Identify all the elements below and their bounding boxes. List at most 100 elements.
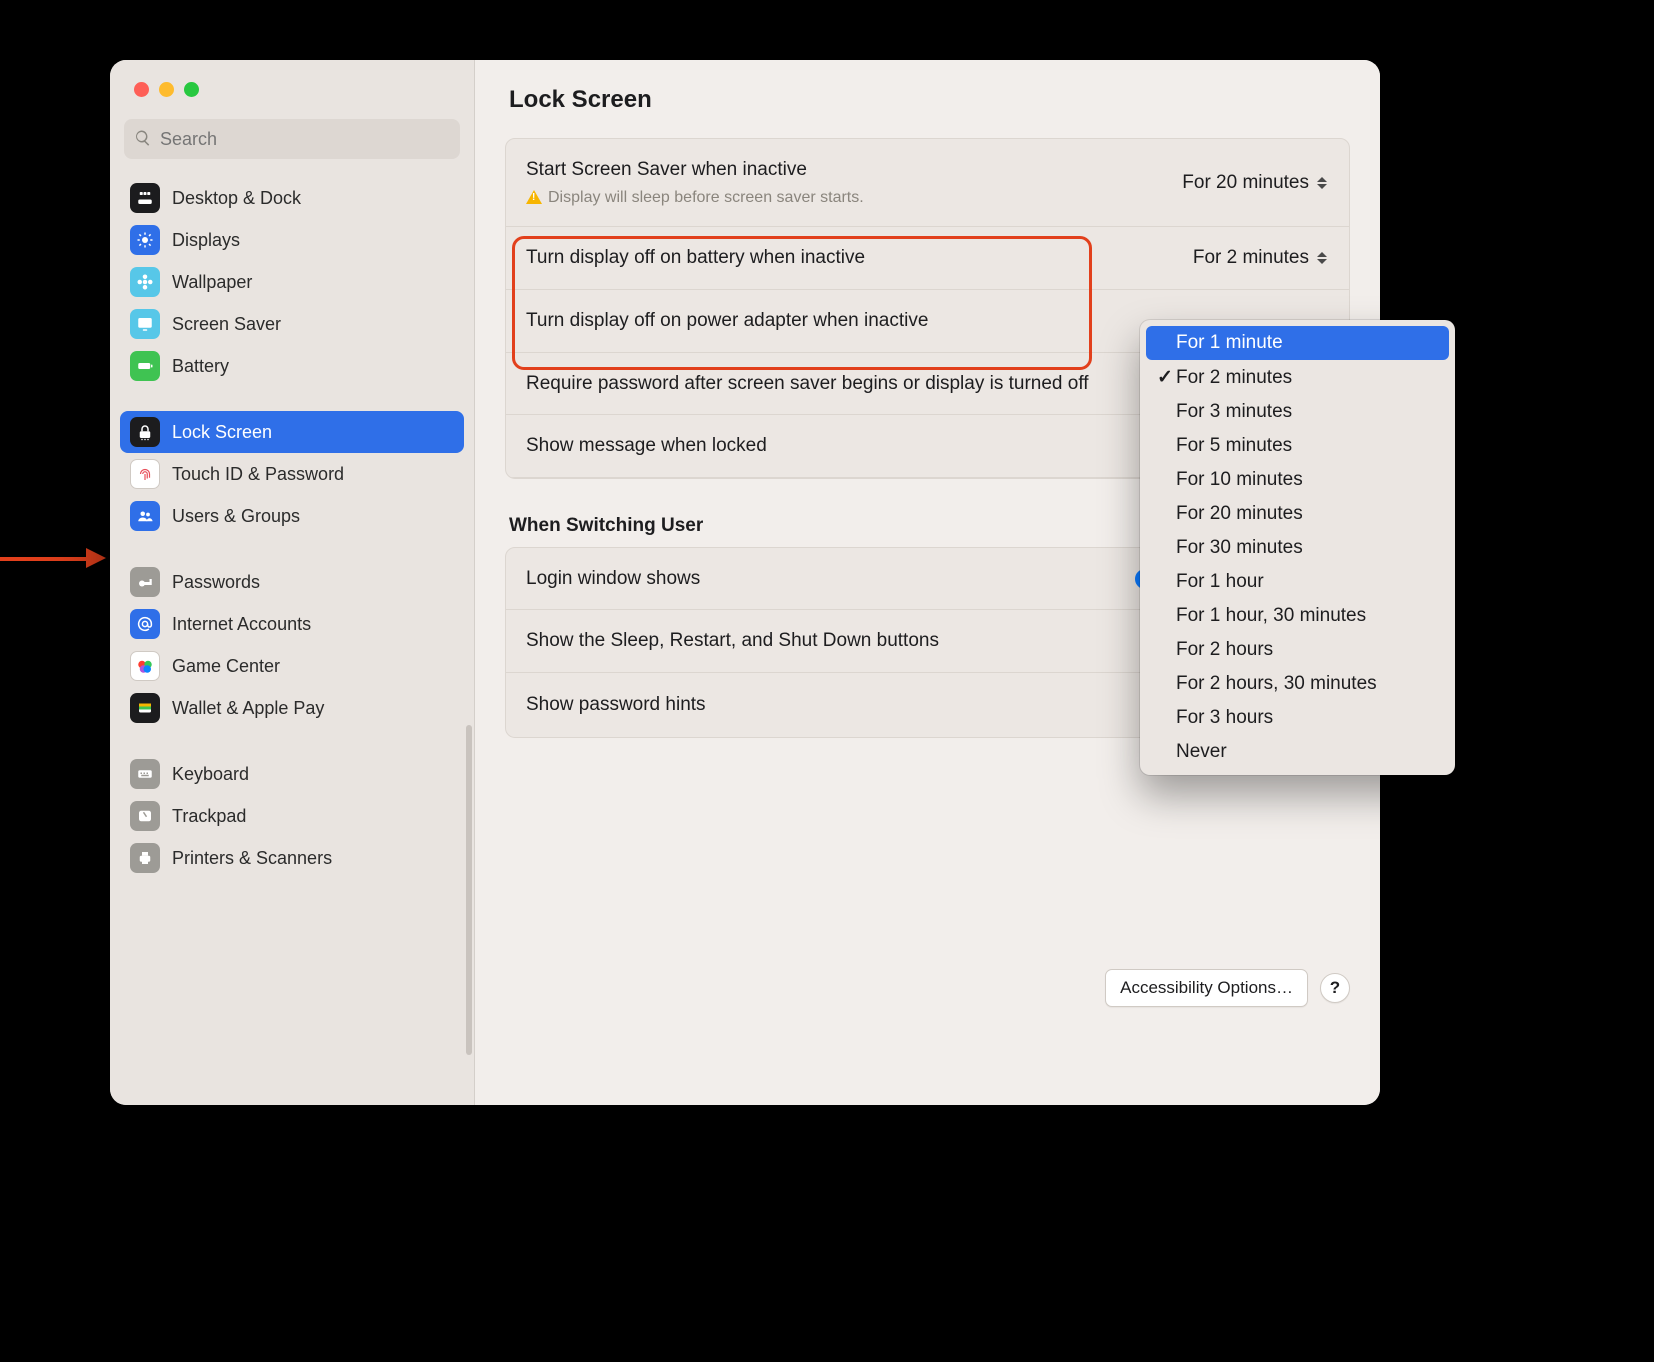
menu-item[interactable]: For 30 minutes [1146,531,1449,565]
sidebar-item-label: Wallet & Apple Pay [172,698,324,719]
sidebar-item-label: Wallpaper [172,272,252,293]
sidebar-item-touch-id-password[interactable]: Touch ID & Password [120,453,464,495]
help-button[interactable]: ? [1320,973,1350,1003]
users-icon [130,501,160,531]
sidebar-item-keyboard[interactable]: Keyboard [120,753,464,795]
lock-icon [130,417,160,447]
menu-item[interactable]: ✓For 2 minutes [1146,360,1449,395]
dock-icon [130,183,160,213]
screensaver-popup-value: For 20 minutes [1182,172,1309,194]
search-icon [134,129,152,150]
window-controls [110,60,474,97]
menu-item[interactable]: For 1 minute [1146,326,1449,360]
sidebar-item-label: Internet Accounts [172,614,311,635]
menu-item-label: For 10 minutes [1176,469,1303,491]
sidebar-scrollbar[interactable] [466,725,472,1055]
menu-item-label: For 3 hours [1176,707,1273,729]
menu-item-label: For 2 minutes [1176,367,1292,389]
menu-item-label: For 2 hours [1176,639,1273,661]
menu-item[interactable]: For 10 minutes [1146,463,1449,497]
sidebar-item-passwords[interactable]: Passwords [120,561,464,603]
minimize-window-button[interactable] [159,82,174,97]
menu-item[interactable]: For 2 hours, 30 minutes [1146,667,1449,701]
menu-item-label: For 20 minutes [1176,503,1303,525]
sidebar-item-label: Passwords [172,572,260,593]
menu-item-label: For 1 hour [1176,571,1264,593]
checkmark-icon: ✓ [1154,366,1176,389]
sidebar-item-label: Printers & Scanners [172,848,332,869]
row-screensaver-label: Start Screen Saver when inactive [526,157,1162,183]
sidebar-item-label: Users & Groups [172,506,300,527]
duration-popup-menu[interactable]: For 1 minute✓For 2 minutesFor 3 minutesF… [1140,320,1455,775]
sidebar-item-label: Keyboard [172,764,249,785]
key-icon [130,567,160,597]
menu-item-label: For 1 hour, 30 minutes [1176,605,1366,627]
sidebar-item-internet-accounts[interactable]: Internet Accounts [120,603,464,645]
stepper-icon [1315,248,1329,268]
search-input[interactable] [160,129,450,150]
sidebar: Desktop & Dock Displays Wallpaper Screen Sa… [110,60,475,1105]
sidebar-item-label: Trackpad [172,806,246,827]
kb-icon [130,759,160,789]
menu-item-label: For 5 minutes [1176,435,1292,457]
sidebar-item-label: Game Center [172,656,280,677]
annotation-arrow [0,550,110,566]
wallet-icon [130,693,160,723]
display-battery-popup-value: For 2 minutes [1193,247,1309,269]
at-icon [130,609,160,639]
menu-item-label: For 1 minute [1176,332,1283,354]
menu-item[interactable]: For 5 minutes [1146,429,1449,463]
menu-item-label: For 3 minutes [1176,401,1292,423]
page-title: Lock Screen [509,86,1350,114]
menu-item[interactable]: For 3 hours [1146,701,1449,735]
saver-icon [130,309,160,339]
row-screensaver-note: Display will sleep before screen saver s… [548,187,864,209]
menu-item[interactable]: For 2 hours [1146,633,1449,667]
row-screensaver: Start Screen Saver when inactive Display… [506,139,1349,227]
search-field[interactable] [124,119,460,159]
sidebar-item-trackpad[interactable]: Trackpad [120,795,464,837]
row-display-battery: Turn display off on battery when inactiv… [506,227,1349,290]
sidebar-item-label: Displays [172,230,240,251]
sidebar-item-wallet-apple-pay[interactable]: Wallet & Apple Pay [120,687,464,729]
print-icon [130,843,160,873]
sidebar-item-printers-scanners[interactable]: Printers & Scanners [120,837,464,879]
zoom-window-button[interactable] [184,82,199,97]
menu-item[interactable]: For 1 hour, 30 minutes [1146,599,1449,633]
tp-icon [130,801,160,831]
display-battery-popup[interactable]: For 2 minutes [1193,247,1329,269]
menu-item-label: For 2 hours, 30 minutes [1176,673,1377,695]
finger-icon [130,459,160,489]
menu-item[interactable]: For 20 minutes [1146,497,1449,531]
sidebar-item-screen-saver[interactable]: Screen Saver [120,303,464,345]
warning-icon [526,190,542,204]
sun-icon [130,225,160,255]
sidebar-nav: Desktop & Dock Displays Wallpaper Screen Sa… [110,177,474,879]
sidebar-item-label: Lock Screen [172,422,272,443]
menu-item-label: For 30 minutes [1176,537,1303,559]
sidebar-item-users-groups[interactable]: Users & Groups [120,495,464,537]
sidebar-item-desktop-dock[interactable]: Desktop & Dock [120,177,464,219]
screensaver-popup[interactable]: For 20 minutes [1182,172,1329,194]
accessibility-options-button[interactable]: Accessibility Options… [1105,969,1308,1007]
row-display-battery-label: Turn display off on battery when inactiv… [526,245,1173,271]
gc-icon [130,651,160,681]
row-login-window-label: Login window shows [526,566,1115,592]
sidebar-item-battery[interactable]: Battery [120,345,464,387]
footer: Accessibility Options… ? [1105,969,1350,1007]
stepper-icon [1315,173,1329,193]
battery-icon [130,351,160,381]
flower-icon [130,267,160,297]
menu-item[interactable]: For 3 minutes [1146,395,1449,429]
sidebar-item-label: Desktop & Dock [172,188,301,209]
menu-item[interactable]: Never [1146,735,1449,769]
close-window-button[interactable] [134,82,149,97]
sidebar-item-lock-screen[interactable]: Lock Screen [120,411,464,453]
sidebar-item-label: Battery [172,356,229,377]
sidebar-item-label: Screen Saver [172,314,281,335]
sidebar-item-displays[interactable]: Displays [120,219,464,261]
menu-item[interactable]: For 1 hour [1146,565,1449,599]
sidebar-item-game-center[interactable]: Game Center [120,645,464,687]
sidebar-item-wallpaper[interactable]: Wallpaper [120,261,464,303]
sidebar-item-label: Touch ID & Password [172,464,344,485]
